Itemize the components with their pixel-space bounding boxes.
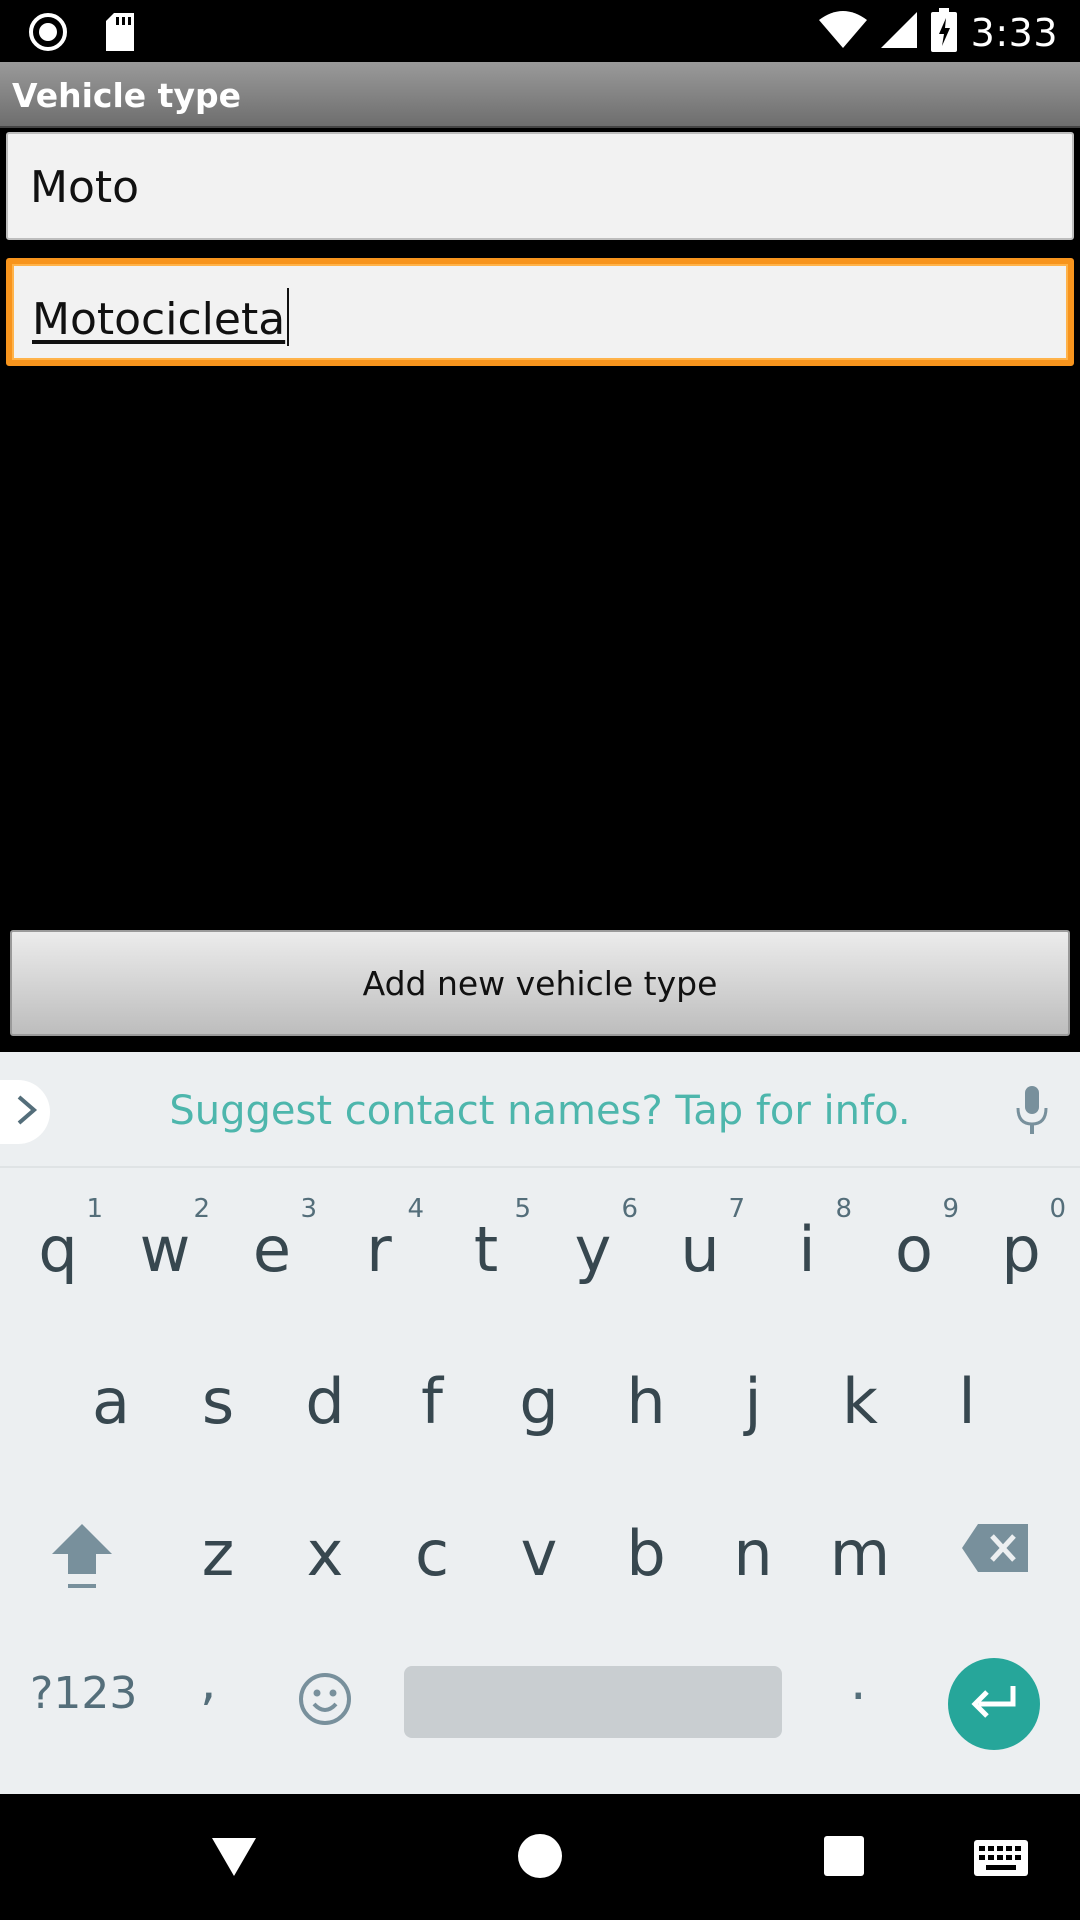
key-u[interactable]: u7 xyxy=(647,1184,753,1314)
key-s[interactable]: s xyxy=(165,1336,271,1466)
key-label: u xyxy=(680,1212,720,1286)
key-label: a xyxy=(92,1364,130,1438)
key-r[interactable]: r4 xyxy=(326,1184,432,1314)
key-h[interactable]: h xyxy=(593,1336,699,1466)
key-label: h xyxy=(626,1364,666,1438)
add-vehicle-type-button[interactable]: Add new vehicle type xyxy=(10,930,1070,1036)
vehicle-short-name-value: Moto xyxy=(30,162,140,213)
key-d[interactable]: d xyxy=(272,1336,378,1466)
enter-key[interactable] xyxy=(948,1658,1040,1750)
navigation-bar xyxy=(0,1794,1080,1920)
key-label: w xyxy=(139,1212,191,1286)
key-label: y xyxy=(574,1212,612,1286)
key-label: m xyxy=(829,1516,891,1590)
key-hint: 7 xyxy=(728,1194,745,1224)
key-label: d xyxy=(305,1364,345,1438)
vehicle-full-name-text: Motocicleta xyxy=(32,294,286,345)
microphone-icon[interactable] xyxy=(1014,1084,1050,1141)
key-label: f xyxy=(421,1364,443,1438)
key-v[interactable]: v xyxy=(486,1488,592,1618)
key-a[interactable]: a xyxy=(58,1336,164,1466)
record-icon xyxy=(28,12,68,57)
key-q[interactable]: q1 xyxy=(5,1184,111,1314)
period-key[interactable]: . xyxy=(850,1652,867,1712)
key-label: k xyxy=(842,1364,878,1438)
key-label: v xyxy=(520,1516,558,1590)
keyboard-icon[interactable] xyxy=(974,1840,1028,1881)
key-hint: 0 xyxy=(1049,1194,1066,1224)
key-label: s xyxy=(201,1364,235,1438)
key-b[interactable]: b xyxy=(593,1488,699,1618)
comma-key[interactable]: , xyxy=(200,1652,217,1712)
title-bar: Vehicle type xyxy=(0,62,1080,128)
key-label: b xyxy=(626,1516,666,1590)
vehicle-short-name-field[interactable]: Moto xyxy=(6,132,1074,240)
key-c[interactable]: c xyxy=(379,1488,485,1618)
suggestion-strip: Suggest contact names? Tap for info. xyxy=(0,1052,1080,1168)
key-label: n xyxy=(733,1516,773,1590)
recents-icon[interactable] xyxy=(824,1836,864,1876)
key-w[interactable]: w2 xyxy=(112,1184,218,1314)
key-hint: 6 xyxy=(621,1194,638,1224)
key-hint: 3 xyxy=(300,1194,317,1224)
key-label: r xyxy=(366,1212,392,1286)
suggestion-text[interactable]: Suggest contact names? Tap for info. xyxy=(0,1088,1080,1134)
emoji-icon[interactable] xyxy=(298,1672,352,1731)
sd-card-icon xyxy=(104,13,136,56)
key-label: q xyxy=(38,1212,78,1286)
cell-signal-icon xyxy=(880,10,917,55)
key-label: e xyxy=(252,1212,292,1286)
symbols-key[interactable]: ?123 xyxy=(30,1668,137,1719)
key-t[interactable]: t5 xyxy=(433,1184,539,1314)
key-m[interactable]: m xyxy=(807,1488,913,1618)
shift-icon[interactable] xyxy=(50,1522,114,1597)
key-x[interactable]: x xyxy=(272,1488,378,1618)
key-f[interactable]: f xyxy=(379,1336,485,1466)
key-label: i xyxy=(798,1212,816,1286)
status-bar: 3:33 xyxy=(0,0,1080,62)
key-hint: 8 xyxy=(835,1194,852,1224)
soft-keyboard: Suggest contact names? Tap for info. q1w… xyxy=(0,1052,1080,1794)
vehicle-full-name-value: Motocicleta xyxy=(32,288,290,346)
key-label: g xyxy=(519,1364,559,1438)
enter-icon xyxy=(969,1684,1019,1725)
key-e[interactable]: e3 xyxy=(219,1184,325,1314)
add-vehicle-type-label: Add new vehicle type xyxy=(362,963,718,1003)
key-p[interactable]: p0 xyxy=(968,1184,1074,1314)
key-g[interactable]: g xyxy=(486,1336,592,1466)
key-hint: 9 xyxy=(942,1194,959,1224)
key-n[interactable]: n xyxy=(700,1488,806,1618)
key-hint: 5 xyxy=(514,1194,531,1224)
key-label: l xyxy=(958,1364,976,1438)
key-label: t xyxy=(473,1212,499,1286)
key-label: c xyxy=(414,1516,450,1590)
key-j[interactable]: j xyxy=(700,1336,806,1466)
backspace-icon[interactable] xyxy=(962,1524,1028,1577)
space-key[interactable] xyxy=(404,1666,782,1738)
home-icon[interactable] xyxy=(518,1834,562,1878)
key-i[interactable]: i8 xyxy=(754,1184,860,1314)
battery-charging-icon xyxy=(930,8,957,57)
key-label: o xyxy=(895,1212,933,1286)
key-z[interactable]: z xyxy=(165,1488,271,1618)
status-time: 3:33 xyxy=(970,10,1058,55)
vehicle-full-name-field[interactable]: Motocicleta xyxy=(6,258,1074,366)
key-y[interactable]: y6 xyxy=(540,1184,646,1314)
key-o[interactable]: o9 xyxy=(861,1184,967,1314)
key-l[interactable]: l xyxy=(914,1336,1020,1466)
wifi-icon xyxy=(818,10,867,55)
key-k[interactable]: k xyxy=(807,1336,913,1466)
key-hint: 4 xyxy=(407,1194,424,1224)
key-label: p xyxy=(1001,1212,1041,1286)
text-caret xyxy=(287,288,290,346)
page-title: Vehicle type xyxy=(12,76,241,115)
key-label: j xyxy=(744,1364,762,1438)
key-label: z xyxy=(201,1516,235,1590)
back-icon[interactable] xyxy=(212,1838,256,1883)
key-hint: 1 xyxy=(86,1194,103,1224)
key-label: x xyxy=(306,1516,344,1590)
key-hint: 2 xyxy=(193,1194,210,1224)
